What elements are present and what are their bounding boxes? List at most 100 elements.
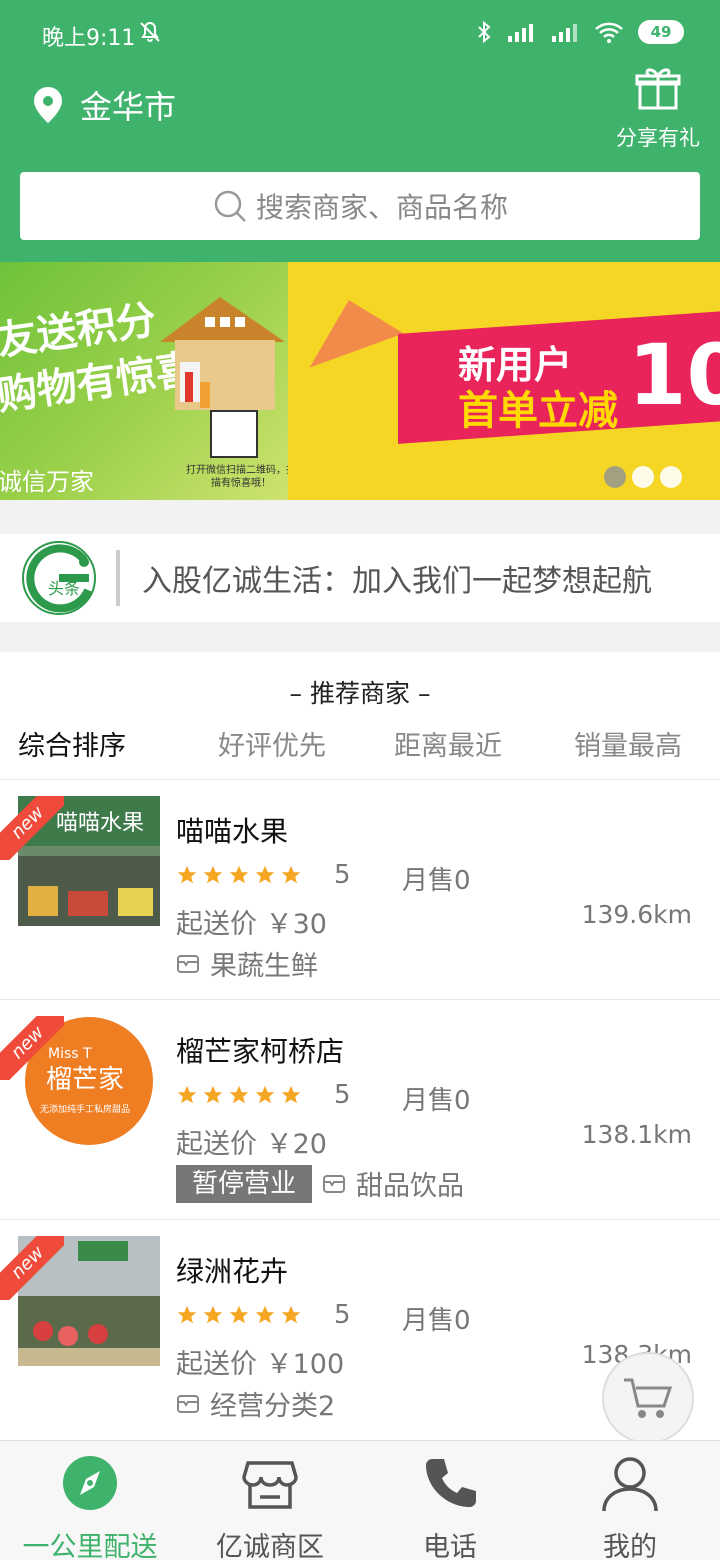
recommend-title: – 推荐商家 –	[289, 679, 431, 708]
category-icon	[323, 1174, 346, 1193]
new-badge: new	[0, 1016, 64, 1080]
phone-icon	[426, 1459, 476, 1507]
category-tag: 暂停营业 甜品饮品	[176, 1164, 464, 1203]
rating-stars	[176, 864, 302, 886]
thumb-sign-text: 喵喵水果	[56, 811, 144, 836]
tab-label: 亿诚商区	[216, 1532, 324, 1560]
city-name: 金华市	[80, 88, 177, 126]
search-placeholder: 搜索商家、商品名称	[255, 191, 508, 224]
location-selector[interactable]: 金华市	[30, 82, 176, 128]
tab-profile[interactable]: 我的	[540, 1441, 720, 1560]
sort-tabs: 综合排序 好评优先 距离最近 销量最高	[0, 724, 720, 780]
mute-bell-icon	[140, 21, 160, 42]
star-icon	[255, 865, 275, 884]
first-order-text: 首单立减	[458, 388, 618, 434]
user-icon	[602, 1457, 658, 1512]
star-icon	[203, 865, 223, 884]
monthly-sales: 月售0	[402, 866, 471, 896]
new-badge: new	[0, 796, 64, 860]
star-icon	[229, 1085, 249, 1104]
new-badge-text: new	[0, 1016, 64, 1080]
rating-score: 5	[334, 860, 351, 890]
min-order-price: 起送价 ￥100	[176, 1349, 345, 1380]
gift-icon	[635, 68, 681, 110]
new-badge: new	[0, 1236, 64, 1300]
monthly-sales: 月售0	[402, 1086, 471, 1116]
closed-status-badge: 暂停营业	[176, 1164, 313, 1203]
merchant-name: 喵喵水果	[176, 815, 289, 848]
header: 晚上9:11 49 金华市 分享有礼 搜索商家、商品名称	[0, 0, 720, 262]
tab-delivery[interactable]: 一公里配送	[0, 1441, 180, 1560]
sort-rating[interactable]: 好评优先	[218, 724, 326, 763]
rating-score: 5	[334, 1300, 351, 1330]
tab-label: 电话	[423, 1532, 477, 1560]
cart-icon	[624, 1378, 673, 1418]
tab-label: 一公里配送	[22, 1532, 158, 1560]
signal-icon	[552, 24, 577, 42]
category-tag: 果蔬生鲜	[176, 944, 318, 983]
search-input[interactable]: 搜索商家、商品名称	[20, 172, 700, 240]
wifi-icon	[595, 22, 623, 43]
banner-slide-new-user[interactable]: 新用户 首单立减 10	[288, 262, 720, 500]
merchant-name: 榴芒家柯桥店	[176, 1035, 345, 1068]
discount-amount: 10	[628, 326, 720, 424]
category-label: 经营分类2	[210, 1391, 336, 1422]
thumb-small-text: 无添加纯手工私房甜品	[40, 1103, 130, 1115]
min-order-price: 起送价 ￥20	[176, 1129, 327, 1160]
category-icon	[177, 954, 199, 973]
floating-cart-button[interactable]	[602, 1352, 694, 1444]
status-time: 晚上9:11	[42, 26, 136, 51]
sort-distance[interactable]: 距离最近	[394, 724, 502, 763]
merchant-row[interactable]: Miss T 榴芒家 无添加纯手工私房甜品 new 榴芒家柯桥店 5 月售0 起送价…	[0, 1000, 720, 1220]
recommend-section: – 推荐商家 – 综合排序 好评优先 距离最近 销量最高 喵喵水果 new 喵喵…	[0, 652, 720, 1440]
headline-logo: 头条	[22, 541, 96, 615]
merchant-row[interactable]: 喵喵水果 new 喵喵水果 5 月售0 起送价 ￥30 139.6km 果蔬生鲜	[0, 780, 720, 1000]
promo-banner-carousel[interactable]: 友送积分 购物有惊喜 打开微信扫描二维码，扫描有惊喜哦！ 诚信万家 新用户 首单…	[0, 262, 720, 500]
category-tag: 经营分类2	[176, 1384, 335, 1423]
star-icon	[203, 1085, 223, 1104]
headline-ticker[interactable]: 头条 入股亿诚生活：加入我们一起梦想起航	[0, 534, 720, 622]
sort-sales[interactable]: 销量最高	[574, 724, 682, 763]
banner-brand: 诚信万家	[0, 468, 94, 496]
sort-comprehensive[interactable]: 综合排序	[18, 724, 126, 763]
monthly-sales: 月售0	[402, 1306, 471, 1336]
new-badge-text: new	[0, 1236, 64, 1300]
min-order-price: 起送价 ￥30	[176, 909, 327, 940]
star-icon	[255, 1305, 275, 1324]
compass-icon	[63, 1456, 117, 1510]
battery-indicator: 49	[638, 20, 684, 44]
carousel-dot[interactable]	[632, 466, 654, 488]
rating-stars	[176, 1304, 302, 1326]
rating-stars	[176, 1084, 302, 1106]
location-pin-icon	[34, 87, 62, 123]
star-icon	[255, 1085, 275, 1104]
house-illustration	[160, 297, 285, 410]
store-icon	[242, 1461, 298, 1509]
tab-phone[interactable]: 电话	[360, 1441, 540, 1560]
banner-slide-points[interactable]: 友送积分 购物有惊喜 打开微信扫描二维码，扫描有惊喜哦！ 诚信万家	[0, 262, 288, 500]
bluetooth-icon	[478, 20, 491, 44]
bottom-tab-bar: 一公里配送 亿诚商区 电话 我的	[0, 1440, 720, 1560]
tab-label: 我的	[603, 1532, 657, 1560]
carousel-dot[interactable]	[660, 466, 682, 488]
star-icon	[229, 865, 249, 884]
share-gift-button[interactable]: 分享有礼	[614, 64, 702, 152]
star-icon	[177, 865, 197, 884]
qr-code-image	[210, 410, 258, 458]
status-icons: 49	[476, 20, 684, 44]
distance: 139.6km	[581, 900, 692, 929]
status-bar: 晚上9:11 49	[0, 0, 720, 66]
rating-score: 5	[334, 1080, 351, 1110]
category-label: 果蔬生鲜	[210, 951, 318, 982]
headline-text: 入股亿诚生活：加入我们一起梦想起航	[142, 564, 652, 599]
qr-caption: 打开微信扫描二维码，扫描有惊喜哦！	[186, 465, 288, 489]
tab-shopping-district[interactable]: 亿诚商区	[180, 1441, 360, 1560]
carousel-dots	[604, 466, 682, 488]
app-root: 晚上9:11 49 金华市 分享有礼 搜索商家、商品名称 友送积分 购物有惊喜 …	[0, 0, 720, 1560]
category-icon	[177, 1394, 199, 1413]
headline-logo-text: 头条	[48, 579, 80, 598]
star-icon	[203, 1305, 223, 1324]
carousel-dot[interactable]	[604, 466, 626, 488]
star-icon	[177, 1085, 197, 1104]
merchant-name: 绿洲花卉	[176, 1255, 289, 1288]
